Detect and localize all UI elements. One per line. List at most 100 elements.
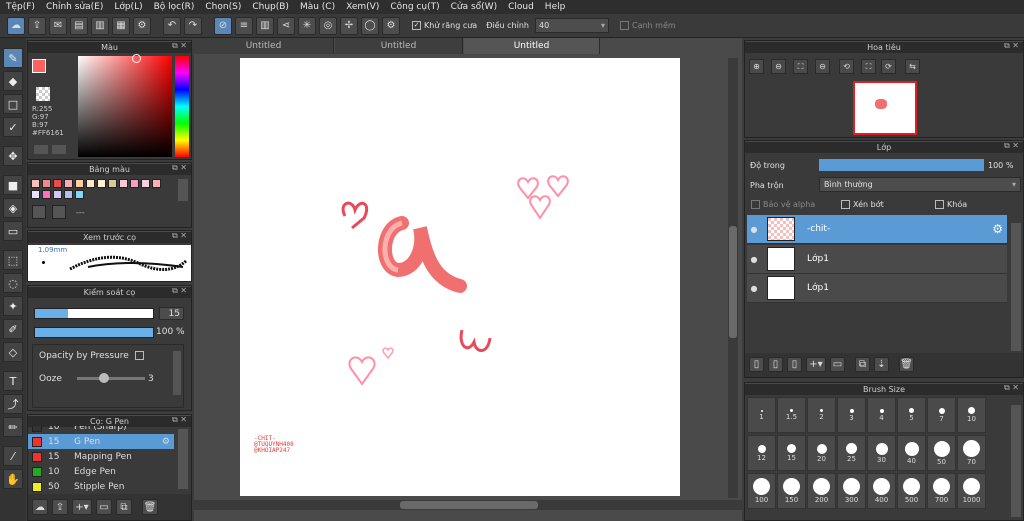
- brush-size-cell[interactable]: 40: [897, 435, 926, 471]
- rotate-right-icon[interactable]: ⟳: [881, 59, 896, 74]
- layer-row[interactable]: ● -chit- ⚙: [747, 215, 1007, 244]
- flip-icon[interactable]: ⇆: [905, 59, 920, 74]
- new-file-icon[interactable]: ▤: [70, 16, 88, 35]
- palette-swatch[interactable]: [64, 190, 73, 199]
- brush-size-cell[interactable]: 3: [837, 397, 866, 433]
- snap-vanishing-icon[interactable]: ⋖: [277, 16, 295, 35]
- trash-icon[interactable]: 🗑: [142, 499, 158, 515]
- menu-item[interactable]: Xem(V): [346, 2, 379, 12]
- size-value[interactable]: 15: [159, 307, 184, 320]
- snap-off-icon[interactable]: ⊘: [214, 16, 232, 35]
- color-sync-icon[interactable]: [52, 145, 66, 154]
- palette-swatch[interactable]: [141, 179, 150, 188]
- cloud-brush-icon[interactable]: ☁: [32, 499, 48, 515]
- gear-icon[interactable]: ⚙: [162, 437, 170, 447]
- trash-icon[interactable]: 🗑: [899, 357, 914, 372]
- primary-color-swatch[interactable]: [32, 59, 46, 73]
- vertical-scroll-thumb[interactable]: [729, 226, 737, 338]
- horizontal-scroll-thumb[interactable]: [400, 501, 538, 509]
- saturation-picker[interactable]: [78, 56, 172, 157]
- adjust-select[interactable]: 40 ▾: [534, 18, 609, 33]
- duplicate-icon[interactable]: ⧉: [116, 499, 132, 515]
- popout-icon[interactable]: ⧉ ✕: [1004, 383, 1019, 393]
- layer-row[interactable]: ● Lớp1: [747, 274, 1007, 303]
- palette-swatch[interactable]: [97, 179, 106, 188]
- brush-size-cell[interactable]: 1000: [957, 473, 986, 509]
- merge-icon[interactable]: ⇣: [874, 357, 889, 372]
- gradient-tool-icon[interactable]: ▭: [3, 221, 23, 241]
- select-rect-icon[interactable]: ⬚: [3, 250, 23, 270]
- add-brush-icon[interactable]: +▾: [72, 499, 92, 515]
- new-layer-1bit-icon[interactable]: ▯: [787, 357, 802, 372]
- eraser-tool-icon[interactable]: ◆: [3, 71, 23, 91]
- page-icon[interactable]: ▥: [91, 16, 109, 35]
- popout-icon[interactable]: ⧉ ✕: [172, 41, 187, 51]
- brush-size-cell[interactable]: 30: [867, 435, 896, 471]
- brush-size-cell[interactable]: 25: [837, 435, 866, 471]
- brush-item[interactable]: 15 G Pen ⚙: [28, 434, 174, 449]
- menu-item[interactable]: Lớp(L): [114, 2, 142, 12]
- hue-slider[interactable]: [175, 56, 189, 157]
- palette-swatch[interactable]: [75, 190, 84, 199]
- horizontal-scrollbar[interactable]: [194, 500, 742, 510]
- opacity-pressure-checkbox[interactable]: [134, 351, 144, 360]
- brush-size-cell[interactable]: 4: [867, 397, 896, 433]
- brush-size-cell[interactable]: 1: [747, 397, 776, 433]
- rotate-left-icon[interactable]: ⟲: [839, 59, 854, 74]
- visibility-icon[interactable]: ●: [747, 284, 761, 293]
- lock-checkbox[interactable]: Khóa: [935, 200, 967, 209]
- brush-item[interactable]: 10 Pen (Sharp): [28, 426, 174, 434]
- new-page-icon[interactable]: [32, 205, 46, 219]
- drawing-canvas[interactable]: -CHIT- @TUQUYNH408 @KHOIAP247: [240, 58, 680, 496]
- fill-rect-tool-icon[interactable]: ■: [3, 175, 23, 195]
- folder-icon[interactable]: ▭: [830, 357, 845, 372]
- vertical-scrollbar[interactable]: [728, 58, 738, 498]
- new-layer-8bit-icon[interactable]: ▯: [768, 357, 783, 372]
- protect-alpha-checkbox[interactable]: Bảo vệ alpha: [751, 200, 815, 209]
- menu-item[interactable]: Help: [545, 2, 566, 12]
- tab-untitled-2[interactable]: Untitled: [335, 38, 463, 54]
- palette-scroll[interactable]: [178, 179, 188, 201]
- tab-untitled-3[interactable]: Untitled: [464, 38, 600, 54]
- palette-swatch[interactable]: [108, 179, 117, 188]
- palette-swatch[interactable]: [86, 179, 95, 188]
- color-mode-icon[interactable]: [34, 145, 48, 154]
- snap-radial-icon[interactable]: ✳: [298, 16, 316, 35]
- cloud-icon[interactable]: ☁: [7, 16, 25, 35]
- folder-icon[interactable]: ▭: [96, 499, 112, 515]
- select-pen-icon[interactable]: ✐: [3, 319, 23, 339]
- brush-size-cell[interactable]: 2: [807, 397, 836, 433]
- fit-icon[interactable]: ⛶: [793, 59, 808, 74]
- palette-swatch[interactable]: [53, 179, 62, 188]
- popout-icon[interactable]: ⧉ ✕: [1004, 41, 1019, 51]
- popout-icon[interactable]: ⧉ ✕: [1004, 141, 1019, 151]
- menu-item[interactable]: Chọn(S): [205, 2, 241, 12]
- layer-opacity-slider[interactable]: [819, 159, 984, 171]
- brush-item[interactable]: 50 Stipple Pen: [28, 479, 174, 494]
- ooze-slider-knob[interactable]: [99, 373, 110, 383]
- menu-item[interactable]: Tệp(F): [6, 2, 35, 12]
- clipping-checkbox[interactable]: Xén bớt: [841, 200, 884, 209]
- reset-view-icon[interactable]: ⛶: [861, 59, 876, 74]
- popout-icon[interactable]: ⧉ ✕: [172, 163, 187, 173]
- undo-icon[interactable]: ↶: [163, 16, 181, 35]
- brush-size-cell[interactable]: 50: [927, 435, 956, 471]
- palette-swatch[interactable]: [130, 179, 139, 188]
- palette-swatch[interactable]: [152, 179, 161, 188]
- popout-icon[interactable]: ⧉ ✕: [172, 231, 187, 241]
- menu-item[interactable]: Cloud: [508, 2, 534, 12]
- blend-select[interactable]: Bình thường ▾: [819, 177, 1021, 192]
- antialias-checkbox[interactable]: ✓ Khử răng cưa: [412, 20, 477, 31]
- palette-swatch[interactable]: [42, 190, 51, 199]
- select-eraser-icon[interactable]: ◇: [3, 342, 23, 362]
- snap-parallel-icon[interactable]: ≡: [235, 16, 253, 35]
- snap-cross-icon[interactable]: ▥: [256, 16, 274, 35]
- text-tool-icon[interactable]: T: [3, 371, 23, 391]
- eyedropper-icon[interactable]: ⁄: [3, 446, 23, 466]
- brush-size-cell[interactable]: 7: [927, 397, 956, 433]
- brush-size-cell[interactable]: 500: [897, 473, 926, 509]
- brush-item[interactable]: 15 Mapping Pen: [28, 449, 174, 464]
- palette-swatch[interactable]: [31, 190, 40, 199]
- menu-item[interactable]: Màu (C): [300, 2, 335, 12]
- export-icon[interactable]: ⇪: [28, 16, 46, 35]
